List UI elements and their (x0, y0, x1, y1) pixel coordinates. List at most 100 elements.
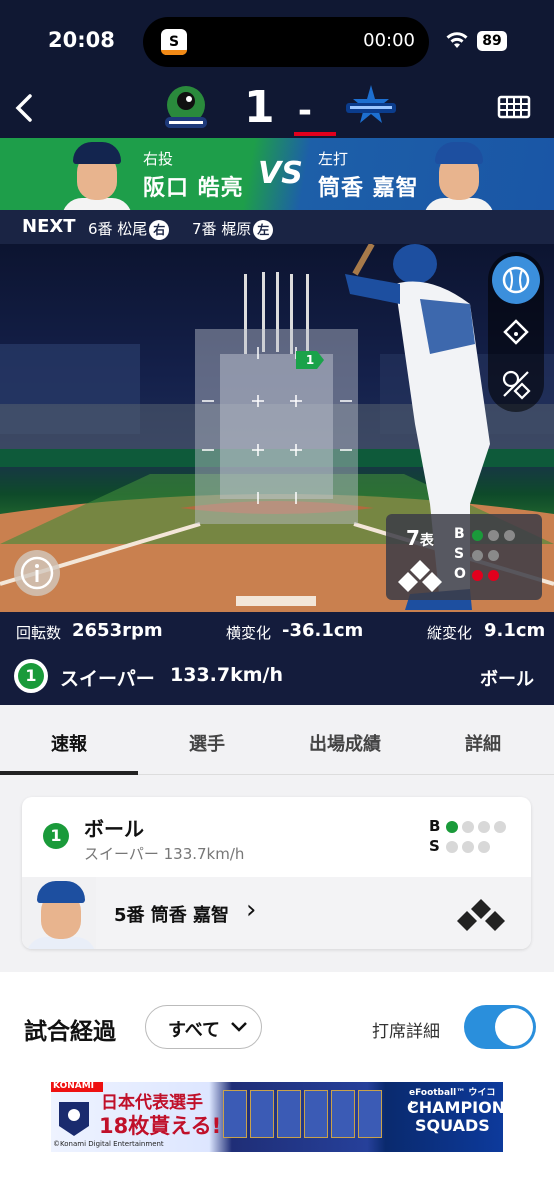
score-header: 1 - 5 (0, 80, 554, 192)
diamond-icon (503, 319, 529, 345)
pitch-field-view: 1 7表 B S O (0, 244, 554, 612)
chevron-right-icon: › (246, 895, 257, 925)
next-batter-2[interactable]: 7番 梶原左 (192, 218, 274, 240)
next-label: NEXT (22, 216, 76, 237)
batter-thumbnail (26, 879, 96, 949)
count-panel: 7表 B S O (386, 514, 542, 600)
out-dot (488, 570, 499, 581)
inning-number: 7 (406, 526, 420, 550)
inning-indicator: 7表 (406, 526, 434, 550)
card-strike-dot (446, 841, 458, 853)
ad-brand: KONAMI (53, 1081, 95, 1091)
pitch-marker-number: 1 (305, 353, 315, 367)
pitch-speed: 133.7km/h (170, 664, 283, 686)
vbreak-label: 縦変化 (427, 624, 473, 642)
batter-role: 左打 (318, 150, 349, 168)
status-time: 20:08 (48, 28, 115, 52)
ad-copyright: ©Konami Digital Entertainment (53, 1140, 164, 1148)
ad-headline-2: 18枚貰える! (99, 1114, 222, 1138)
card-strikes-label: S (429, 837, 440, 855)
card-strike-dot (462, 841, 474, 853)
ball-dot (472, 530, 483, 541)
app-icon: S (161, 29, 187, 55)
info-icon (20, 556, 54, 590)
strike-dot (472, 550, 483, 561)
tab-stats[interactable]: 出場成績 (276, 705, 414, 775)
jfa-emblem-icon (59, 1102, 89, 1136)
filter-dropdown[interactable]: すべて (145, 1005, 262, 1049)
card-ball-dot (462, 821, 474, 833)
toggle-knob (495, 1008, 533, 1046)
wifi-icon (446, 32, 468, 48)
next-batter-1-name: 6番 松尾 (88, 220, 148, 238)
latest-pitch-card[interactable]: 1 ボール スイーパー 133.7km/h B S 5番 筒香 嘉智 › (22, 797, 531, 949)
spin-label: 回転数 (16, 624, 62, 642)
game-progress-section: 試合経過 すべて 打席詳細 KONAMI 日本代表選手 18枚貰える! ©Kon… (0, 972, 554, 1200)
matchup-banner: 右投 阪口 皓亮 VS 左打 筒香 嘉智 (0, 138, 554, 210)
batter-label: 5番 筒香 嘉智 (114, 905, 230, 926)
vbreak-value: 9.1cm (484, 620, 546, 641)
outs-label: O (454, 566, 466, 582)
ad-game-2: CHAMPION (407, 1098, 506, 1117)
pitch-result: ボール (480, 669, 534, 690)
pitch-number-badge: 1 (14, 659, 48, 693)
chevron-down-icon (231, 1022, 247, 1032)
tab-details[interactable]: 詳細 (414, 705, 552, 775)
pitcher-photo[interactable] (62, 140, 132, 210)
pitch-card-number: 1 (39, 819, 73, 853)
batter-name[interactable]: 筒香 嘉智 (318, 170, 419, 202)
at-bat-detail-label: 打席詳細 (372, 1022, 440, 1042)
next-batter-2-hand: 左 (253, 220, 274, 240)
batter-photo[interactable] (424, 140, 494, 210)
field-view-button[interactable] (492, 308, 540, 356)
hbreak-label: 横変化 (226, 624, 272, 642)
dynamic-island: S 00:00 (143, 17, 429, 67)
tab-bar: 速報 選手 出場成績 詳細 (0, 705, 554, 775)
baystars-logo (346, 85, 396, 123)
game-progress-title: 試合経過 (24, 1019, 116, 1045)
pitcher-name[interactable]: 阪口 皓亮 (143, 170, 244, 202)
batting-view-button[interactable] (492, 360, 540, 408)
next-batter-2-name: 7番 梶原 (192, 220, 252, 238)
batter-row[interactable]: 5番 筒香 嘉智 › (22, 877, 531, 949)
away-score: 1 (243, 82, 279, 133)
spin-value: 2653rpm (72, 620, 163, 641)
card-strike-dot (478, 841, 490, 853)
pitch-type: スイーパー (60, 668, 155, 690)
pitch-info-bar: 回転数 2653rpm 横変化 -36.1cm 縦変化 9.1cm 1 スイーパ… (0, 612, 554, 705)
tab-live[interactable]: 速報 (0, 705, 138, 775)
ad-game-3: SQUADS (415, 1116, 490, 1135)
ball-view-button[interactable] (492, 256, 540, 304)
ad-banner[interactable]: KONAMI 日本代表選手 18枚貰える! ©Konami Digital En… (51, 1081, 506, 1152)
ball-diamond-icon (502, 370, 531, 400)
tab-players[interactable]: 選手 (138, 705, 276, 775)
pitch-card-header: 1 ボール スイーパー 133.7km/h B S (22, 797, 531, 877)
vs-label: VS (258, 156, 303, 191)
scoreboard-icon[interactable] (497, 94, 531, 122)
baseball-icon (502, 266, 530, 294)
info-button[interactable] (14, 550, 60, 596)
strike-dot (488, 550, 499, 561)
island-timer: 00:00 (363, 30, 415, 51)
balls-label: B (454, 526, 465, 542)
back-arrow-icon[interactable] (10, 88, 40, 128)
filter-value: すべて (168, 1020, 221, 1041)
next-batter-1-hand: 右 (149, 220, 170, 240)
card-balls-label: B (429, 817, 441, 835)
next-batter-1[interactable]: 6番 松尾右 (88, 218, 170, 240)
at-bat-detail-toggle[interactable] (464, 1005, 536, 1049)
score-separator: - (297, 91, 317, 131)
pitch-card-result: ボール (84, 817, 144, 841)
status-bar: 20:08 S 00:00 89 (0, 0, 554, 80)
out-dot (472, 570, 483, 581)
ad-player-cards (223, 1086, 383, 1142)
hbreak-value: -36.1cm (282, 620, 364, 641)
card-ball-dot (478, 821, 490, 833)
card-ball-dot (446, 821, 458, 833)
next-batters-bar: NEXT 6番 松尾右 7番 梶原左 (0, 210, 554, 244)
home-score-underline (294, 132, 336, 136)
ball-dot (488, 530, 499, 541)
ball-dot (504, 530, 515, 541)
scoreboard: 1 - 5 (225, 80, 335, 192)
view-controls (488, 252, 544, 412)
